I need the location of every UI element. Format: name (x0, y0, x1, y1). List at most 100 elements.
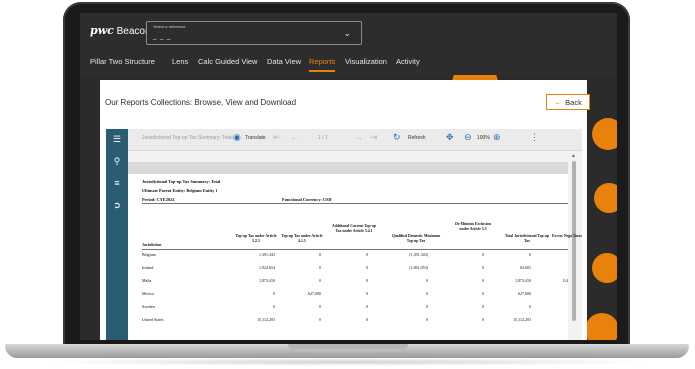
column-header: Jurisdiction (142, 243, 162, 247)
table-cell: 0 (366, 317, 368, 322)
table-cell: 0 (366, 278, 368, 283)
search-icon[interactable]: ⚲ (106, 156, 128, 167)
list-icon[interactable]: ≡ (106, 178, 128, 188)
decor-circle (592, 253, 617, 283)
table-cell: 0 (319, 278, 321, 283)
zoom-in-icon[interactable]: ⊕ (493, 132, 501, 143)
table-cell: 1,873,410 (259, 278, 275, 283)
table-cell: 0 (426, 291, 428, 296)
table-cell: 0 (426, 304, 428, 309)
app-logo[interactable]: pwc Beacon (90, 24, 151, 37)
vertical-scrollbar[interactable]: ▲ (569, 151, 579, 340)
globe-icon[interactable]: ◉ (233, 132, 241, 143)
viewer-toolbar: Jurisdictional Top-up Tax Summary: Total… (128, 129, 582, 151)
report-period: Period: CYE2024 (142, 197, 175, 202)
tab-data-view[interactable]: Data View (267, 57, 301, 66)
table-cell: 0 (529, 252, 531, 257)
chevron-down-icon: ⌄ (343, 28, 351, 38)
report-entity: Ultimate Parent Entity: Belgium Entity 1 (142, 188, 218, 193)
table-cell: 0 (273, 304, 275, 309)
zoom-out-icon[interactable]: ⊖ (464, 132, 472, 143)
laptop-notch (288, 344, 408, 349)
table-row-label: Ireland (142, 265, 154, 270)
table-cell: 1,391,343 (259, 252, 275, 257)
table-cell: 15,112,203 (513, 317, 531, 322)
divider (142, 203, 568, 204)
last-page-icon[interactable]: ⇥ (370, 132, 378, 143)
header-divider (142, 249, 568, 250)
table-cell: 1,873,410 (515, 278, 531, 283)
column-header: Top-up Tax under Article 5.2.3 (235, 234, 277, 243)
page-indicator: 1 / 1 (318, 135, 328, 141)
refresh-button[interactable]: Refresh (408, 135, 426, 141)
table-cell: 0 (426, 317, 428, 322)
report-title: Jurisdictional Top-up Tax Summary: Total (142, 179, 221, 184)
table-row-label: Malta (142, 278, 152, 283)
report-viewer: ☰ ⚲ ≡ ➲ Jurisdictional Top-up Tax Summar… (106, 129, 582, 340)
laptop-shadow (40, 358, 655, 366)
table-cell: (1,391,343) (409, 252, 428, 257)
column-header: Total Jurisdictional Top-up Tax (504, 234, 550, 243)
table-cell: 0 (319, 265, 321, 270)
page-title: Our Reports Collections: Browse, View an… (105, 98, 297, 107)
top-bar: pwc Beacon Select a reference _ _ _ ⌄ (80, 13, 617, 51)
table-cell: 0 (366, 252, 368, 257)
next-page-icon[interactable]: → (354, 132, 363, 142)
selector-label: Select a reference (153, 24, 186, 29)
menu-icon[interactable]: ☰ (106, 134, 128, 145)
table-row-label: United States (142, 317, 164, 322)
back-button[interactable]: ← Back (546, 94, 590, 110)
table-cell: 0 (273, 291, 275, 296)
table-cell: 627,000 (518, 291, 531, 296)
scrollbar-thumb[interactable] (572, 161, 576, 321)
table-cell: 0 (529, 304, 531, 309)
table-cell: 0 (482, 252, 484, 257)
tab-visualization[interactable]: Visualization (345, 57, 387, 66)
report-header-band (128, 162, 568, 174)
viewer-sidebar: ☰ ⚲ ≡ ➲ (106, 129, 128, 340)
refresh-icon[interactable]: ↻ (393, 132, 401, 143)
reference-selector[interactable]: Select a reference _ _ _ ⌄ (146, 21, 362, 45)
column-header: Excess Nega Taxes (552, 234, 582, 238)
screen: pwc Beacon Select a reference _ _ _ ⌄ Pi… (80, 13, 617, 340)
decor-circle (594, 183, 617, 213)
report-currency: Functional Currency: USD (282, 197, 332, 202)
zoom-level[interactable]: 100% (477, 135, 490, 141)
table-cell: 15,112,203 (257, 317, 275, 322)
table-row-label: Sweden (142, 304, 155, 309)
first-page-icon[interactable]: ⇤ (273, 132, 281, 143)
tab-lens[interactable]: Lens (172, 57, 188, 66)
prev-page-icon[interactable]: ← (290, 132, 299, 142)
table-row-label: Belgium (142, 252, 156, 257)
export-icon[interactable]: ➲ (106, 200, 128, 211)
tab-reports[interactable]: Reports (309, 57, 336, 72)
column-header: Qualified Domestic Minimum Top-up Tax (391, 234, 441, 243)
selector-value: _ _ _ (153, 34, 172, 40)
table-cell: 0 (366, 304, 368, 309)
table-cell: 0 (366, 265, 368, 270)
table-cell: 0 (426, 278, 428, 283)
main-nav: Pillar Two Structure Lens Calc Guided Vi… (80, 51, 617, 75)
report-page: Jurisdictional Top-up Tax Summary: Total… (128, 174, 582, 340)
table-cell: 0 (319, 252, 321, 257)
table-cell: 0 (482, 265, 484, 270)
tab-pillar-two-structure[interactable]: Pillar Two Structure (90, 57, 155, 66)
table-cell: 0 (319, 304, 321, 309)
table-cell: 627,000 (308, 291, 321, 296)
translate-button[interactable]: Translate (245, 135, 266, 141)
tab-activity[interactable]: Activity (396, 57, 420, 66)
table-cell: (1,861,053) (409, 265, 428, 270)
tab-calc-guided-view[interactable]: Calc Guided View (198, 57, 257, 66)
more-icon[interactable]: ⋮ (530, 132, 539, 143)
table-cell: 114 (562, 278, 568, 283)
scroll-up-icon[interactable]: ▲ (571, 153, 576, 159)
table-cell: 0 (366, 291, 368, 296)
column-header: De Minimis Exclusion under Article 5.5 (455, 222, 491, 231)
reports-panel: Our Reports Collections: Browse, View an… (100, 80, 590, 340)
table-cell: 1,924,654 (259, 265, 275, 270)
decor-circle (592, 118, 617, 150)
move-icon[interactable]: ✥ (446, 132, 454, 143)
decor-circle (585, 313, 617, 340)
table-cell: 0 (482, 291, 484, 296)
table-row-label: Mexico (142, 291, 155, 296)
